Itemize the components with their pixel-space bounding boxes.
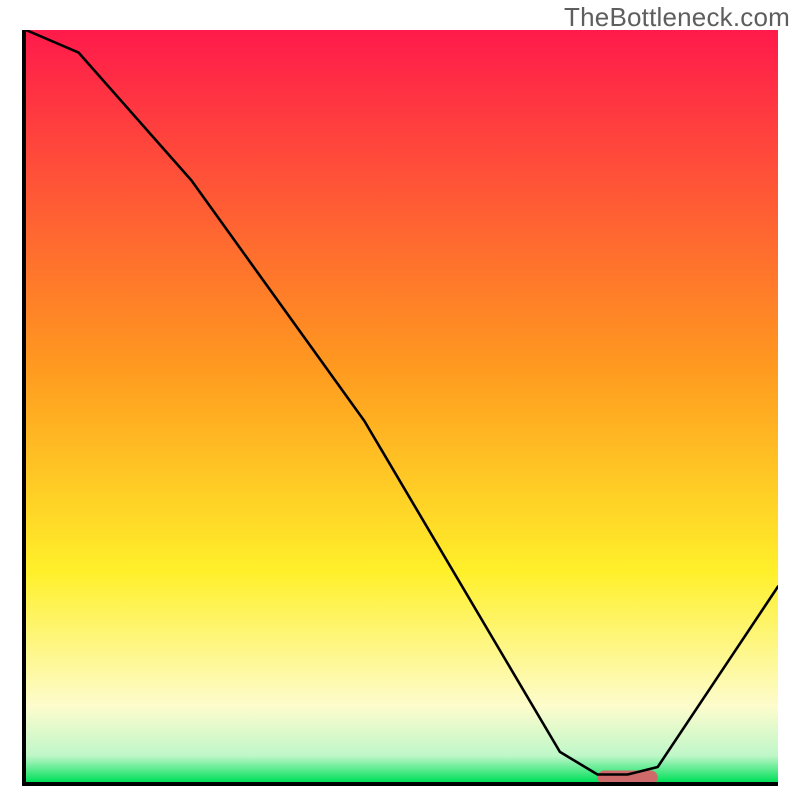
heatmap-background (26, 30, 778, 782)
plot-area (26, 30, 778, 782)
watermark-text: TheBottleneck.com (564, 2, 790, 33)
chart-svg (26, 30, 778, 782)
chart-container: TheBottleneck.com (0, 0, 800, 800)
optimal-range-marker (598, 771, 658, 783)
